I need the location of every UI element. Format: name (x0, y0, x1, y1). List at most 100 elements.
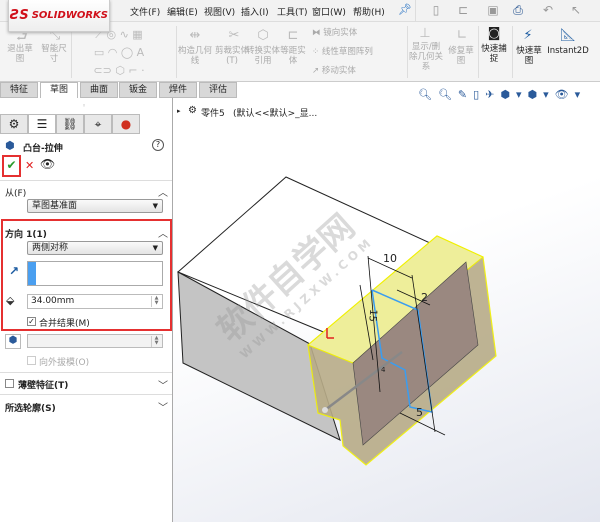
tab-features[interactable]: 特征 (0, 82, 38, 98)
config-icon: ⛓ (62, 117, 78, 131)
end-condition-select[interactable]: 两侧对称 ▼ (27, 241, 163, 255)
display-relations-button[interactable]: 显示/删除几何关系 (408, 42, 444, 72)
linear-pattern-icon: ⁘ (312, 47, 322, 57)
dropdown-arrow-icon: ▼ (152, 202, 158, 210)
smart-dimension-button[interactable]: 智能尺寸 (38, 44, 70, 64)
linear-pattern-button[interactable]: ⁘ 线性草图阵列 (312, 47, 402, 57)
title-bar: ƧS SOLIDWORKS 文件(F) 编辑(E) 视图(V) 插入(I) 工具(… (0, 0, 600, 32)
draft-spinner[interactable]: ▲ ▼ (151, 336, 161, 347)
appearance-icon: ● (120, 117, 132, 131)
construction-geometry-button[interactable]: 构造几何线 (178, 46, 212, 66)
ds-logo-icon: ƧS (9, 8, 29, 23)
draft-angle-input[interactable]: ▲ ▼ (27, 334, 163, 348)
chevron-down-icon[interactable]: ﹀ (158, 399, 168, 414)
tab-weldments[interactable]: 焊件 (159, 82, 197, 98)
exit-sketch-button[interactable]: 退出草图 (4, 44, 36, 64)
thin-feature-header[interactable]: 薄壁特征(T) (18, 378, 68, 391)
quick-snaps-icon: ◙ (487, 26, 501, 41)
tab-surfaces[interactable]: 曲面 (80, 82, 118, 98)
menu-help[interactable]: 帮助(H) (353, 5, 385, 18)
tab-dimxpert[interactable]: ⌖ (84, 114, 112, 134)
panel-grip[interactable]: ◦ (82, 102, 86, 110)
trim-icon: ✂ (228, 28, 240, 43)
depth-input[interactable]: 34.00mm ▲ ▼ (27, 294, 163, 309)
cancel-button[interactable]: ✕ (25, 159, 34, 172)
tab-configuration[interactable]: ⛓ (56, 114, 84, 134)
selected-contours-header[interactable]: 所选轮廓(S) (5, 401, 56, 414)
panel-title: 凸台-拉伸 (23, 144, 63, 154)
boss-extrude-icon: ⬢ (5, 139, 15, 152)
construction-geometry-icon: ⇹ (189, 28, 201, 43)
repair-sketch-button[interactable]: 修复草图 (446, 46, 476, 66)
tab-evaluate[interactable]: 评估 (199, 82, 237, 98)
instant2d-icon: 📐︎ (559, 28, 577, 43)
chevron-down-icon[interactable]: ﹀ (158, 377, 168, 392)
tab-property-manager[interactable]: ☰ (28, 114, 56, 134)
instant2d-button[interactable]: Instant2D (546, 46, 590, 56)
tab-feature-tree[interactable]: ⚙ (0, 114, 28, 134)
rapid-sketch-button[interactable]: 快速草图 (514, 46, 544, 66)
convert-icon: ⬡ (257, 28, 269, 43)
draft-outward-label: 向外拔模(O) (39, 358, 90, 368)
tab-sketch[interactable]: 草图 (40, 82, 78, 98)
chevron-up-icon[interactable]: ︿ (158, 184, 168, 199)
merge-result-label: 合并结果(M) (39, 319, 90, 329)
offset-entities-button[interactable]: 等距实体 (278, 46, 308, 66)
convert-entities-button[interactable]: 转换实体引用 (245, 46, 281, 66)
tab-sheet-metal[interactable]: 钣金 (119, 82, 157, 98)
dimension-4[interactable]: 4 (381, 366, 385, 374)
dimension-2[interactable]: 2 (421, 291, 428, 304)
move-entities-button[interactable]: ↗ 移动实体 (312, 66, 402, 76)
direction-selection-box[interactable] (27, 261, 163, 286)
dropdown-arrow-icon: ▼ (152, 244, 158, 252)
menu-file[interactable]: 文件(F) (130, 5, 160, 18)
new-icon[interactable]: ▯ (428, 3, 444, 17)
select-icon[interactable]: ↖ (568, 3, 584, 17)
sketch-entity-tools[interactable]: ⟋ ◎ ∿ ▦ ▭ ◠ ◯ A ⊂⊃ ⬡ ⌐ · (74, 26, 164, 80)
menu-insert[interactable]: 插入(I) (241, 5, 269, 18)
list-icon: ☰ (36, 117, 48, 131)
dimension-15[interactable]: 15 (366, 309, 378, 323)
merge-result-checkbox[interactable]: ✓ (27, 317, 36, 326)
offset-icon: ⊏ (287, 28, 299, 43)
from-section-header[interactable]: 从(F) (5, 186, 26, 199)
open-icon[interactable]: ⊏ (455, 3, 471, 17)
crosshair-icon: ⌖ (94, 117, 102, 131)
mirror-entities-button[interactable]: ⧓ 镜向实体 (312, 28, 402, 38)
depth-spinner[interactable]: ▲ ▼ (151, 296, 161, 307)
reverse-direction-icon[interactable]: ↗ (9, 264, 19, 278)
relations-icon: ⊥ (419, 26, 431, 41)
quick-snaps-button[interactable]: 快速捕捉 (480, 44, 508, 64)
menu-edit[interactable]: 编辑(E) (167, 5, 198, 18)
rapid-sketch-icon: ⚡ (523, 28, 533, 43)
solidworks-logo[interactable]: ƧS SOLIDWORKS (8, 0, 110, 32)
arrow-handle (322, 407, 328, 413)
direction1-section-header[interactable]: 方向 1(1) (5, 227, 47, 240)
from-select[interactable]: 草图基准面 ▼ (27, 199, 163, 213)
undo-icon[interactable]: ↶ (540, 3, 556, 17)
dimension-5[interactable]: 5 (416, 406, 423, 419)
repair-sketch-icon: ∟ (456, 28, 468, 43)
preview-eye-icon[interactable]: 👁︎ (40, 157, 55, 171)
depth-icon: ⬙ (6, 294, 15, 307)
ok-button[interactable]: ✔ (2, 155, 21, 177)
tab-appearance[interactable]: ● (112, 114, 140, 134)
save-icon[interactable]: ▣ (485, 3, 501, 17)
menu-window[interactable]: 窗口(W) (312, 5, 346, 18)
check-icon: ✔ (6, 158, 17, 172)
part-icon: ⚙ (8, 117, 20, 131)
help-icon[interactable]: ? (152, 139, 164, 151)
move-icon: ↗ (312, 66, 322, 76)
chevron-up-icon[interactable]: ︿ (158, 225, 168, 240)
draft-outward-checkbox[interactable] (27, 356, 36, 365)
property-manager: ◦ ⚙ ☰ ⛓ ⌖ ● ⬢ 凸台-拉伸 ? ✔ ✕ 👁︎ 从(F) ︿ 草图基准… (0, 98, 173, 522)
mirror-icon: ⧓ (312, 28, 324, 38)
graphics-area[interactable]: ▸ ⚙ 零件5 (默认<<默认>_显... 🔍︎🔍︎✎▯✈⬢▾⬢▾👁︎▾ 10 … (173, 88, 600, 522)
dimension-10[interactable]: 10 (383, 252, 397, 265)
menu-tools[interactable]: 工具(T) (277, 5, 308, 18)
menu-view[interactable]: 视图(V) (204, 5, 235, 18)
draft-icon[interactable]: ⬢ (5, 334, 21, 349)
pin-icon[interactable]: 📌︎ (398, 3, 412, 16)
print-icon[interactable]: ⎙ (510, 3, 526, 17)
thin-feature-checkbox[interactable] (5, 379, 14, 388)
